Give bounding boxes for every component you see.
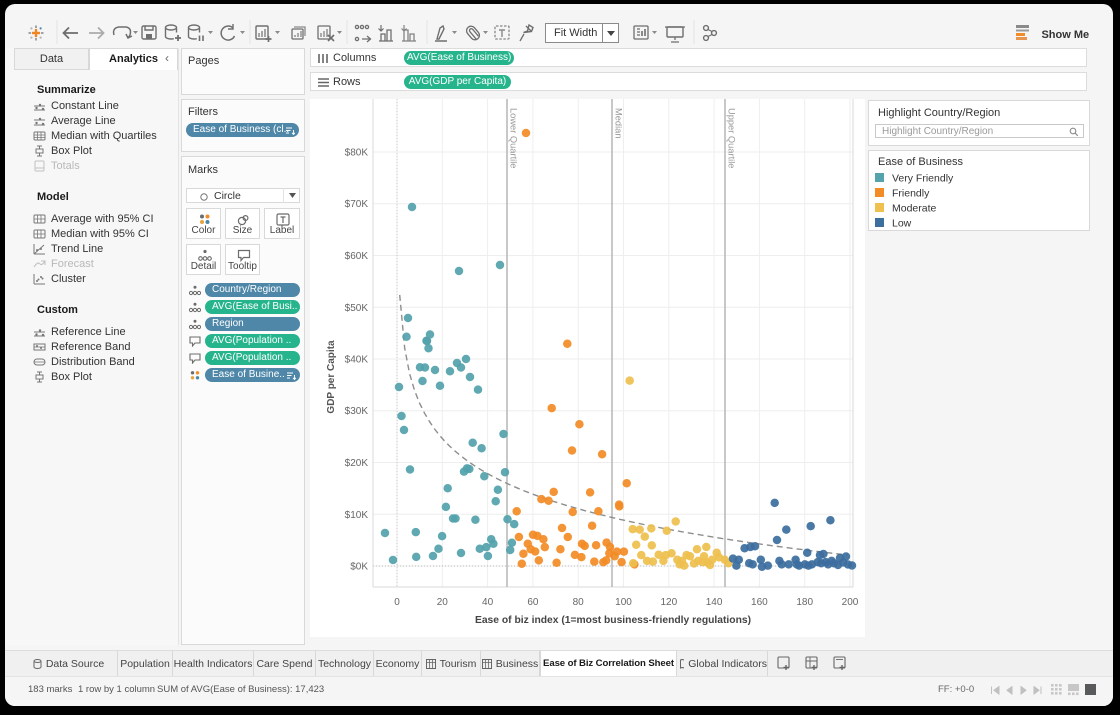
svg-text:$80K: $80K <box>345 148 369 159</box>
svg-text:100: 100 <box>615 597 632 608</box>
svg-text:Very Friendly: Very Friendly <box>892 173 954 185</box>
svg-text:Upper Quartile: Upper Quartile <box>727 108 737 168</box>
svg-text:$30K: $30K <box>345 406 369 417</box>
svg-text:40: 40 <box>482 597 494 608</box>
svg-text:$40K: $40K <box>345 355 369 366</box>
svg-text:140: 140 <box>706 597 723 608</box>
svg-text:$0K: $0K <box>350 562 368 573</box>
svg-text:20: 20 <box>437 597 449 608</box>
svg-text:160: 160 <box>751 597 768 608</box>
svg-text:0: 0 <box>394 597 400 608</box>
svg-text:GDP per Capita: GDP per Capita <box>326 340 337 414</box>
svg-text:Moderate: Moderate <box>892 203 937 215</box>
svg-text:60: 60 <box>527 597 539 608</box>
svg-text:$50K: $50K <box>345 303 369 314</box>
svg-text:120: 120 <box>660 597 677 608</box>
svg-text:$10K: $10K <box>345 510 369 521</box>
svg-text:Ease of biz index (1=most busi: Ease of biz index (1=most business-frien… <box>475 615 751 626</box>
svg-text:200: 200 <box>842 597 859 608</box>
svg-text:80: 80 <box>573 597 585 608</box>
svg-text:$60K: $60K <box>345 251 369 262</box>
svg-text:Lower Quartile: Lower Quartile <box>509 108 519 168</box>
svg-text:180: 180 <box>796 597 813 608</box>
svg-text:Low: Low <box>892 218 912 230</box>
svg-text:Median: Median <box>614 108 624 139</box>
svg-text:$70K: $70K <box>345 199 369 210</box>
svg-text:Friendly: Friendly <box>892 188 930 200</box>
svg-text:$20K: $20K <box>345 458 369 469</box>
